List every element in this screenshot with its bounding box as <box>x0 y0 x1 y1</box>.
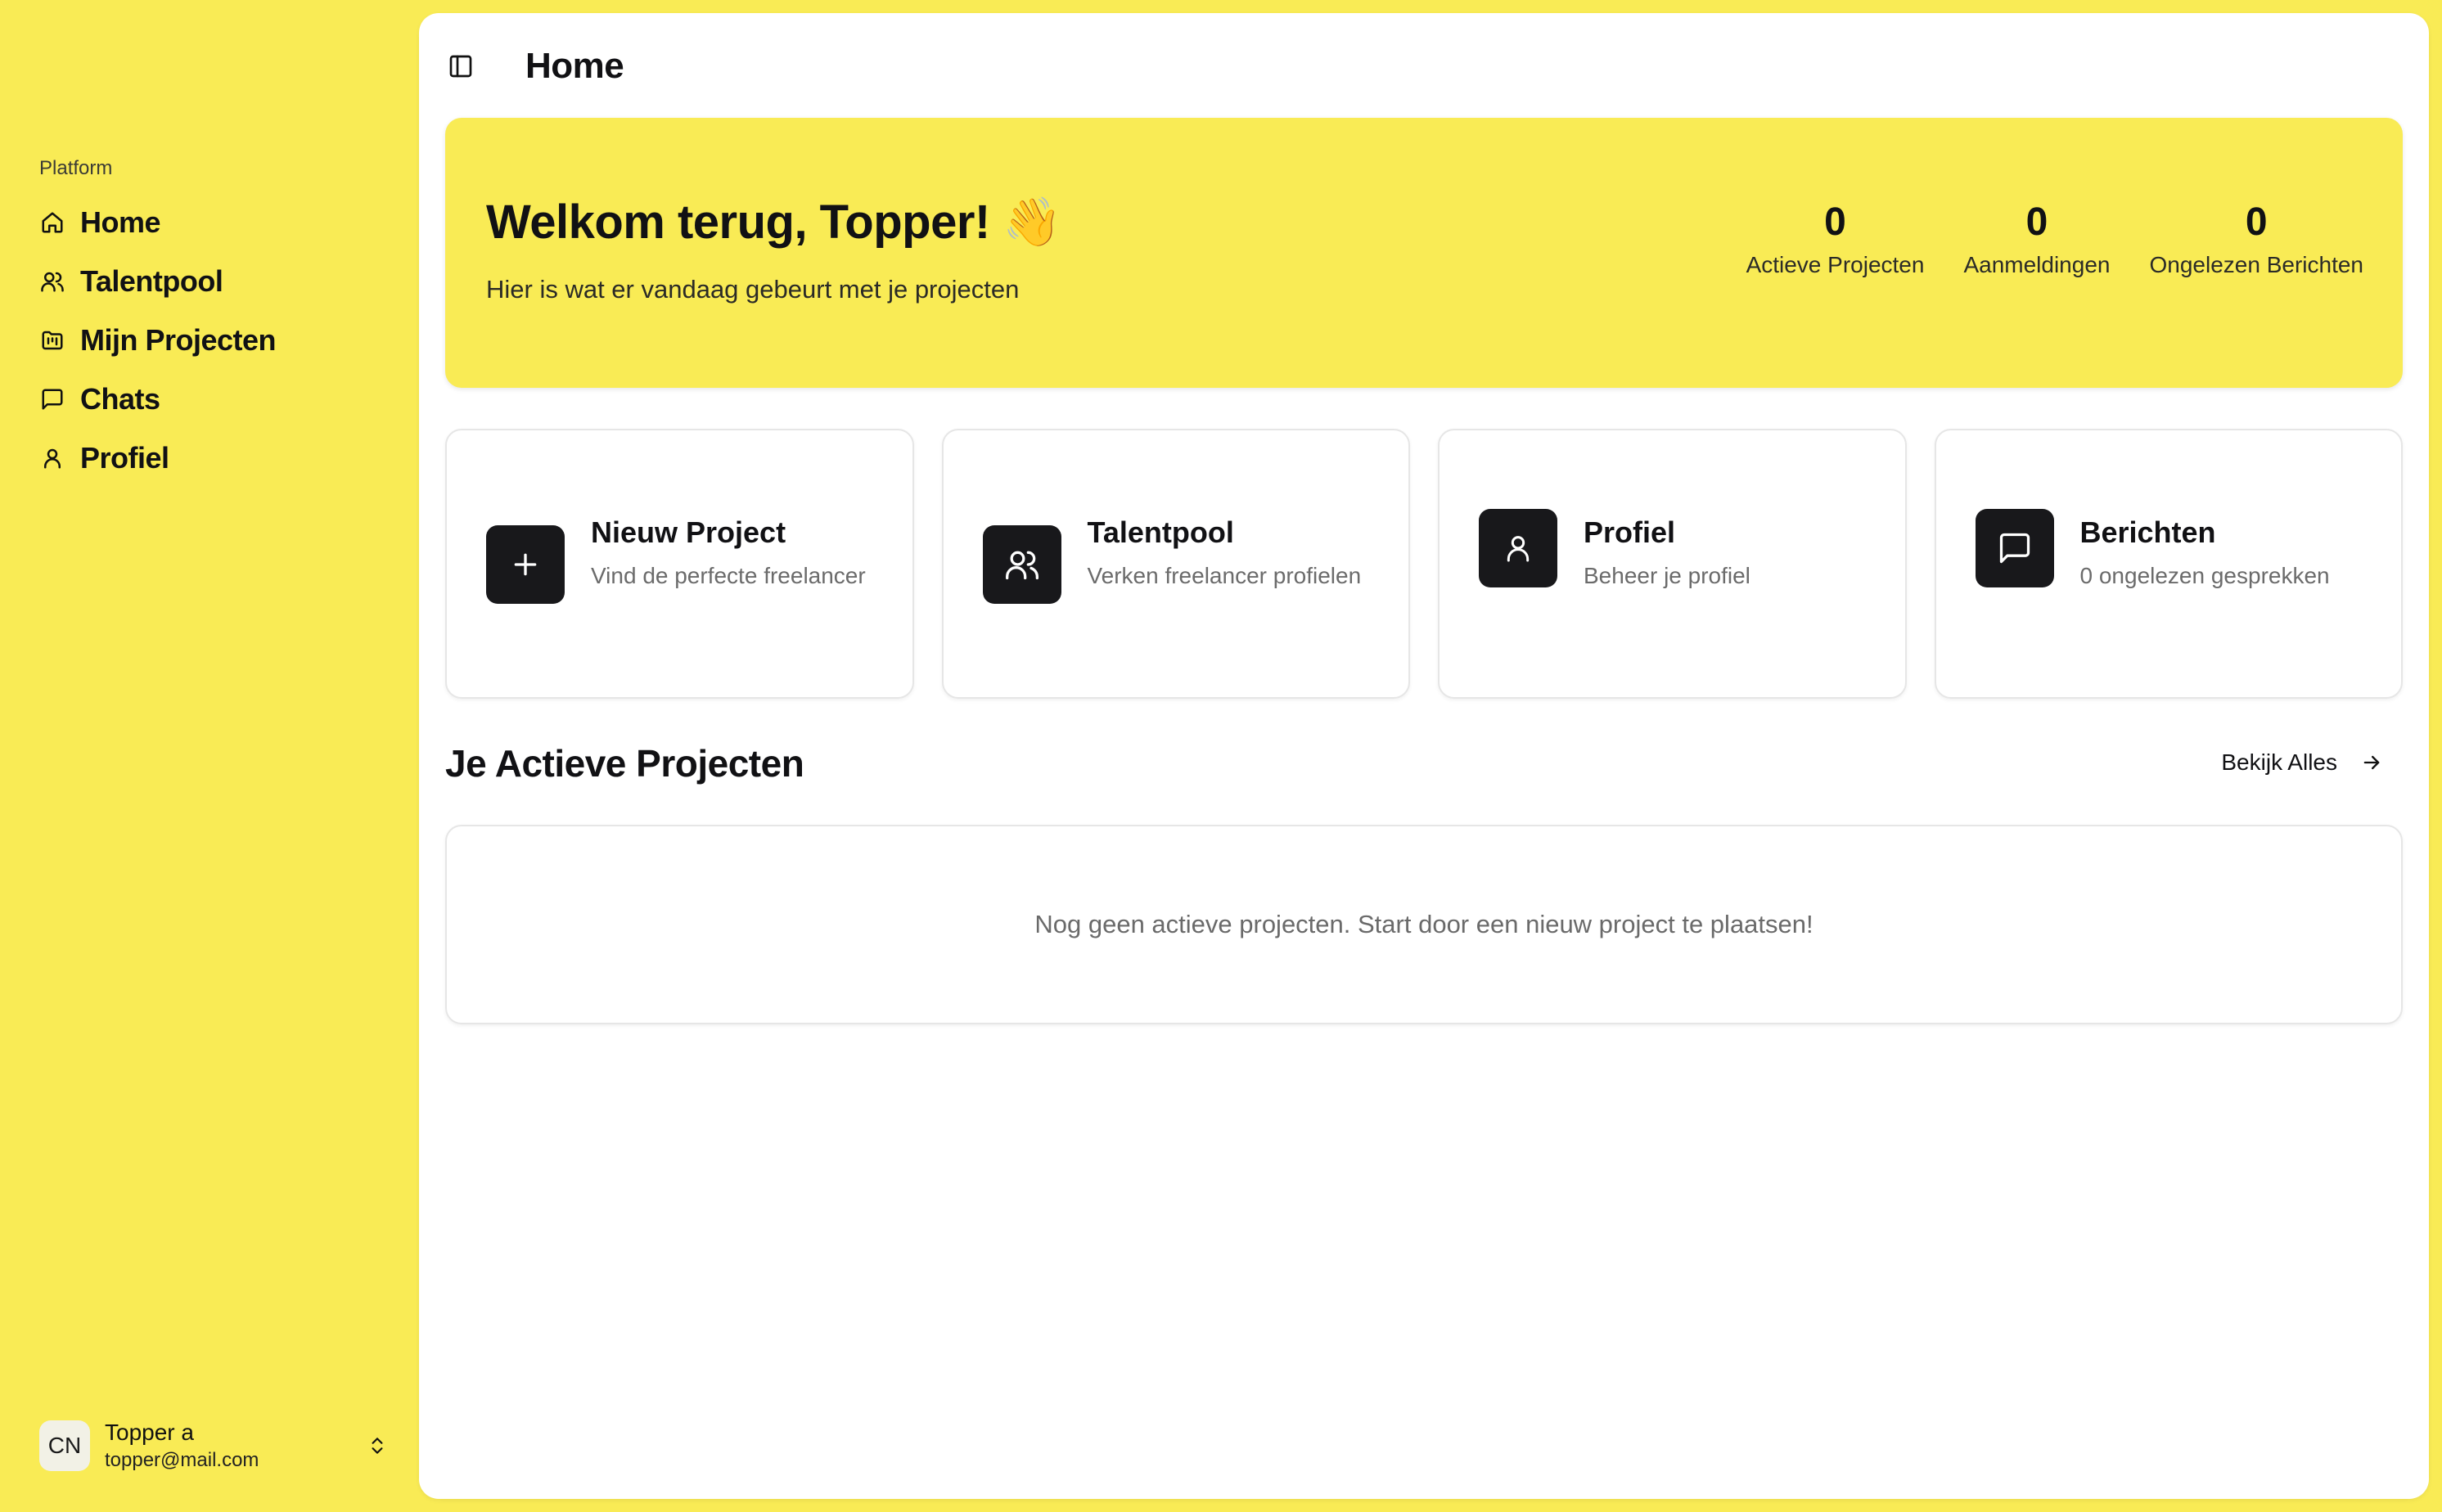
card-berichten[interactable]: Berichten 0 ongelezen gesprekken <box>1934 429 2403 699</box>
quick-actions: Nieuw Project Vind de perfecte freelance… <box>445 429 2403 699</box>
folder-kanban-icon <box>39 327 65 353</box>
stat-value: 0 <box>1824 200 1846 244</box>
card-text: Nieuw Project Vind de perfecte freelance… <box>591 515 880 592</box>
stat-ongelezen-berichten: 0 Ongelezen Berichten <box>2149 201 2363 278</box>
message-square-icon <box>1975 509 2054 587</box>
sidebar: Platform Home Talentpool Mijn Projecten … <box>0 0 419 1512</box>
sidebar-item-label: Chats <box>80 382 160 416</box>
user-email: topper@mail.com <box>105 1449 259 1471</box>
stats-group: 0 Actieve Projecten 0 Aanmeldingen 0 Ong… <box>1746 201 2363 278</box>
plus-icon <box>486 525 565 604</box>
user-name: Topper a <box>105 1420 194 1445</box>
stat-label: Ongelezen Berichten <box>2149 252 2363 277</box>
sidebar-item-home[interactable]: Home <box>23 193 399 252</box>
user-menu[interactable]: CN Topper a topper@mail.com <box>39 1419 391 1473</box>
users-icon <box>39 268 65 295</box>
home-icon <box>39 209 65 236</box>
avatar: CN <box>39 1420 90 1471</box>
section-title-actieve-projecten: Je Actieve Projecten <box>445 742 804 785</box>
sidebar-toggle-icon[interactable] <box>445 51 476 82</box>
chevrons-up-down-icon[interactable] <box>363 1432 391 1460</box>
sidebar-item-talentpool[interactable]: Talentpool <box>23 252 399 311</box>
sidebar-item-label: Talentpool <box>80 264 223 298</box>
card-title: Profiel <box>1584 515 1676 549</box>
projects-empty-state: Nog geen actieve projecten. Start door e… <box>445 825 2403 1024</box>
card-title: Nieuw Project <box>591 515 786 549</box>
welcome-subtitle: Hier is wat er vandaag gebeurt met je pr… <box>486 275 1020 304</box>
card-description: Vind de perfecte freelancer <box>591 563 866 588</box>
sidebar-item-label: Profiel <box>80 441 169 475</box>
card-title: Berichten <box>2079 515 2216 549</box>
page-title: Home <box>525 46 624 86</box>
card-description: 0 ongelezen gesprekken <box>2079 563 2330 588</box>
arrow-right-icon <box>2360 751 2383 774</box>
card-nieuw-project[interactable]: Nieuw Project Vind de perfecte freelance… <box>445 429 914 699</box>
user-icon <box>1479 509 1557 587</box>
card-description: Verken freelancer profielen <box>1087 563 1362 588</box>
card-talentpool[interactable]: Talentpool Verken freelancer profielen <box>941 429 1410 699</box>
sidebar-item-label: Mijn Projecten <box>80 323 277 357</box>
stat-label: Aanmeldingen <box>1963 252 2111 277</box>
welcome-title: Welkom terug, Topper! 👋 <box>486 196 1062 249</box>
sidebar-group-label: Platform <box>39 157 113 179</box>
user-info: Topper a topper@mail.com <box>105 1420 259 1472</box>
empty-state-text: Nog geen actieve projecten. Start door e… <box>1034 910 1813 938</box>
user-icon <box>39 445 65 471</box>
users-icon <box>982 525 1061 604</box>
sidebar-item-label: Home <box>80 205 161 239</box>
message-square-icon <box>39 386 65 412</box>
stat-actieve-projecten: 0 Actieve Projecten <box>1746 201 1925 278</box>
card-profiel[interactable]: Profiel Beheer je profiel <box>1438 429 1907 699</box>
welcome-banner: Welkom terug, Topper! 👋 Hier is wat er v… <box>445 118 2403 388</box>
stat-value: 0 <box>2025 200 2048 244</box>
card-text: Berichten 0 ongelezen gesprekken <box>2080 515 2369 592</box>
stat-aanmeldingen: 0 Aanmeldingen <box>1963 201 2110 278</box>
stat-label: Actieve Projecten <box>1746 252 1925 277</box>
view-all-link[interactable]: Bekijk Alles <box>2221 749 2383 776</box>
main-panel: Home Welkom terug, Topper! 👋 Hier is wat… <box>419 13 2429 1499</box>
card-description: Beheer je profiel <box>1584 563 1750 588</box>
sidebar-item-mijn-projecten[interactable]: Mijn Projecten <box>23 311 399 370</box>
card-text: Profiel Beheer je profiel <box>1584 515 1872 592</box>
view-all-label: Bekijk Alles <box>2221 749 2337 775</box>
card-text: Talentpool Verken freelancer profielen <box>1088 515 1376 592</box>
card-title: Talentpool <box>1087 515 1234 549</box>
sidebar-item-profiel[interactable]: Profiel <box>23 429 399 488</box>
sidebar-nav: Home Talentpool Mijn Projecten Chats Pro… <box>23 193 399 488</box>
stat-value: 0 <box>2245 200 2268 244</box>
sidebar-item-chats[interactable]: Chats <box>23 370 399 429</box>
